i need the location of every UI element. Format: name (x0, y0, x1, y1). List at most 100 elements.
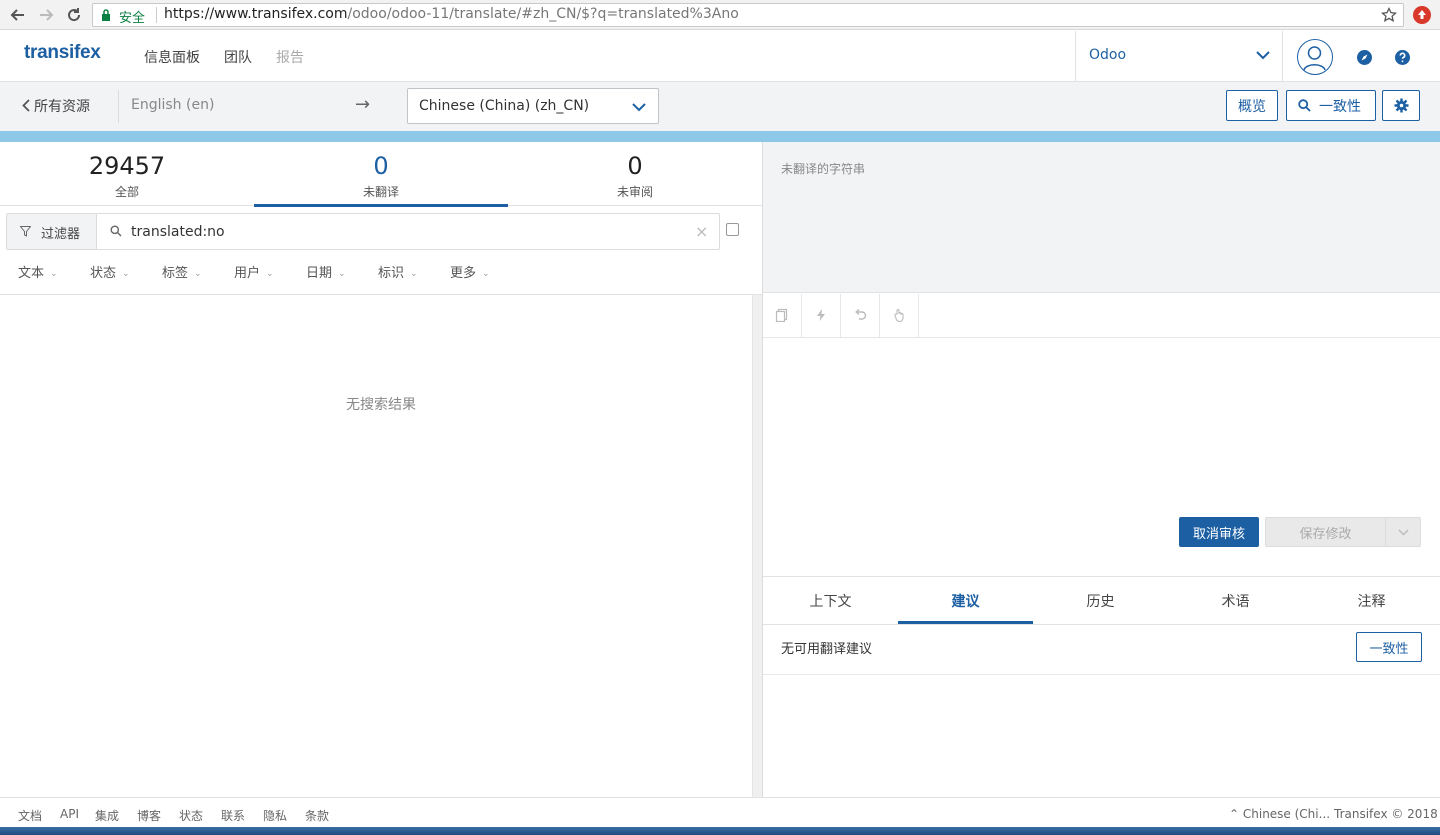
list-scrollbar[interactable] (752, 295, 762, 797)
footer-docs[interactable]: 文档 (18, 807, 42, 824)
filter-search-bar: 过滤器 × (6, 213, 720, 250)
project-name: Odoo (1089, 47, 1127, 63)
search-icon (110, 225, 122, 237)
footer-privacy[interactable]: 隐私 (263, 807, 287, 824)
list-divider (0, 294, 762, 295)
caret-down-icon: ⌄ (410, 269, 418, 279)
tab-comments[interactable]: 注释 (1304, 577, 1439, 624)
no-suggestions-message: 无可用翻译建议 (781, 642, 873, 657)
caret-down-icon: ⌄ (482, 269, 490, 279)
facet-key-label: 标识 (378, 266, 405, 281)
facet-more[interactable]: 更多 ⌄ (450, 262, 490, 281)
target-language-value: Chinese (China) (zh_CN) (419, 98, 590, 114)
url-text[interactable]: https://www.transifex.com/odoo/odoo-11/t… (164, 6, 739, 22)
save-options-dropdown[interactable] (1385, 517, 1421, 547)
project-selector[interactable]: Odoo (1075, 31, 1283, 82)
chevron-down-icon (632, 103, 646, 112)
stat-all-count: 29457 (88, 152, 166, 180)
tab-glossary[interactable]: 术语 (1168, 577, 1303, 624)
undo-button[interactable] (841, 294, 880, 337)
chevron-left-icon (22, 99, 30, 112)
nav-dashboard[interactable]: 信息面板 (144, 47, 200, 67)
caret-down-icon: ⌄ (194, 269, 202, 279)
filter-button-label: 过滤器 (41, 227, 81, 242)
footer-status[interactable]: 状态 (179, 807, 203, 824)
string-stats: 29457 全部 0 未翻译 0 未审阅 (0, 142, 762, 207)
tab-suggestions[interactable]: 建议 (898, 577, 1033, 624)
address-bar[interactable]: 安全 https://www.transifex.com/odoo/odoo-1… (92, 3, 1404, 27)
copy-source-button[interactable] (763, 294, 802, 337)
lock-icon (101, 9, 111, 21)
tm-consistency-button[interactable]: 一致性 (1356, 632, 1422, 662)
editor-tools (763, 294, 1440, 338)
consistency-button[interactable]: 一致性 (1286, 90, 1376, 121)
facet-tags-label: 标签 (162, 266, 189, 281)
stat-unreviewed[interactable]: 0 未审阅 (508, 142, 762, 206)
caret-down-icon: ⌄ (122, 269, 130, 279)
facet-status-label: 状态 (90, 266, 117, 281)
gear-icon (1394, 98, 1409, 113)
bookmark-star-icon[interactable] (1381, 7, 1397, 23)
settings-button[interactable] (1382, 90, 1420, 121)
stat-untranslated[interactable]: 0 未翻译 (254, 142, 508, 207)
clear-search-icon[interactable]: × (695, 222, 708, 241)
address-separator (156, 7, 157, 23)
unreview-button[interactable]: 取消审核 (1179, 517, 1259, 547)
compass-icon[interactable] (1357, 50, 1372, 65)
os-taskbar (0, 827, 1440, 835)
stat-unreviewed-label: 未审阅 (616, 185, 653, 199)
translation-editor[interactable] (763, 338, 1440, 508)
help-icon[interactable] (1395, 50, 1410, 65)
forward-arrow-icon[interactable] (36, 5, 56, 25)
facet-key[interactable]: 标识 ⌄ (378, 262, 418, 281)
footer-terms[interactable]: 条款 (305, 807, 329, 824)
stat-all-label: 全部 (114, 185, 139, 199)
back-arrow-icon[interactable] (8, 5, 28, 25)
filter-button[interactable]: 过滤器 (7, 214, 97, 249)
reload-icon[interactable] (64, 5, 84, 25)
chevron-down-icon (1256, 51, 1270, 60)
footer-language-selector[interactable]: ⌃ Chinese (Chi... (1229, 807, 1330, 821)
footer-blog[interactable]: 博客 (137, 807, 161, 824)
auto-translate-button[interactable] (802, 294, 841, 337)
footer-contact[interactable]: 联系 (221, 807, 245, 824)
secure-label: 安全 (119, 11, 146, 26)
stat-all[interactable]: 29457 全部 (0, 142, 254, 206)
all-resources-link[interactable]: 所有资源 (22, 96, 90, 116)
nav-reports[interactable]: 报告 (276, 47, 304, 67)
facet-text[interactable]: 文本 ⌄ (18, 262, 58, 281)
url-path: /odoo/odoo-11/translate/#zh_CN/$?q=trans… (347, 6, 739, 22)
facet-date[interactable]: 日期 ⌄ (306, 262, 346, 281)
stat-untranslated-label: 未翻译 (362, 185, 399, 199)
user-avatar[interactable] (1297, 39, 1333, 75)
footer-api[interactable]: API (60, 807, 79, 821)
facet-user[interactable]: 用户 ⌄ (234, 262, 274, 281)
overview-button[interactable]: 概览 (1226, 90, 1278, 121)
top-navigation: transifex 信息面板 团队 报告 Odoo (0, 31, 1440, 82)
footer-integrations[interactable]: 集成 (95, 807, 119, 824)
language-arrow-icon: → (355, 94, 371, 115)
footer-copyright: Transifex © 2018 (1334, 807, 1438, 821)
facet-more-label: 更多 (450, 266, 477, 281)
save-changes-button[interactable]: 保存修改 (1265, 517, 1386, 547)
tab-context[interactable]: 上下文 (763, 577, 898, 624)
select-all-checkbox[interactable] (726, 223, 739, 236)
facet-text-label: 文本 (18, 266, 45, 281)
browser-toolbar: 安全 https://www.transifex.com/odoo/odoo-1… (0, 0, 1440, 30)
facet-status[interactable]: 状态 ⌄ (90, 262, 130, 281)
tab-history[interactable]: 历史 (1033, 577, 1168, 624)
no-results-message: 无搜索结果 (346, 397, 416, 413)
stat-unreviewed-count: 0 (627, 152, 643, 180)
glossary-lookup-button[interactable] (880, 294, 919, 337)
source-string-pane: 未翻译的字符串 (763, 142, 1440, 293)
caret-down-icon: ⌄ (266, 269, 274, 279)
transifex-logo[interactable]: transifex (24, 42, 101, 64)
facet-tags[interactable]: 标签 ⌄ (162, 262, 202, 281)
target-language-select[interactable]: Chinese (China) (zh_CN) (407, 88, 659, 124)
nav-teams[interactable]: 团队 (224, 47, 252, 67)
progress-band (0, 131, 1440, 142)
search-input[interactable] (131, 221, 681, 243)
extension-icon[interactable] (1413, 6, 1431, 24)
editor-toolbar: 所有资源 English (en) → Chinese (China) (zh_… (0, 82, 1440, 131)
facet-user-label: 用户 (234, 266, 261, 281)
